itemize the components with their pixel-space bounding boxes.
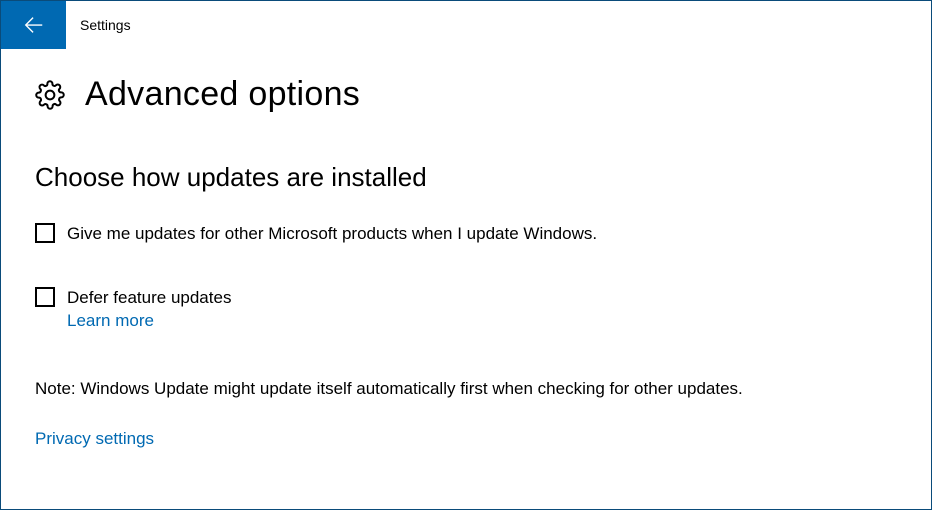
- checkbox-label-other-products[interactable]: Give me updates for other Microsoft prod…: [67, 223, 597, 245]
- titlebar: Settings: [1, 1, 931, 49]
- titlebar-title: Settings: [80, 17, 131, 33]
- section-heading: Choose how updates are installed: [35, 162, 897, 193]
- checkbox-row-other-products: Give me updates for other Microsoft prod…: [35, 223, 897, 245]
- back-button[interactable]: [1, 1, 66, 49]
- back-arrow-icon: [23, 14, 45, 36]
- content-area: Advanced options Choose how updates are …: [1, 49, 931, 449]
- checkbox-other-products[interactable]: [35, 223, 55, 243]
- note-text: Note: Windows Update might update itself…: [35, 379, 897, 399]
- checkbox-row-defer-updates: Defer feature updates: [35, 287, 897, 309]
- page-title: Advanced options: [85, 75, 360, 114]
- page-header: Advanced options: [35, 75, 897, 114]
- learn-more-link[interactable]: Learn more: [67, 311, 154, 331]
- checkbox-label-defer-updates[interactable]: Defer feature updates: [67, 287, 231, 309]
- privacy-settings-link[interactable]: Privacy settings: [35, 429, 154, 449]
- checkbox-defer-updates[interactable]: [35, 287, 55, 307]
- gear-icon: [35, 80, 65, 110]
